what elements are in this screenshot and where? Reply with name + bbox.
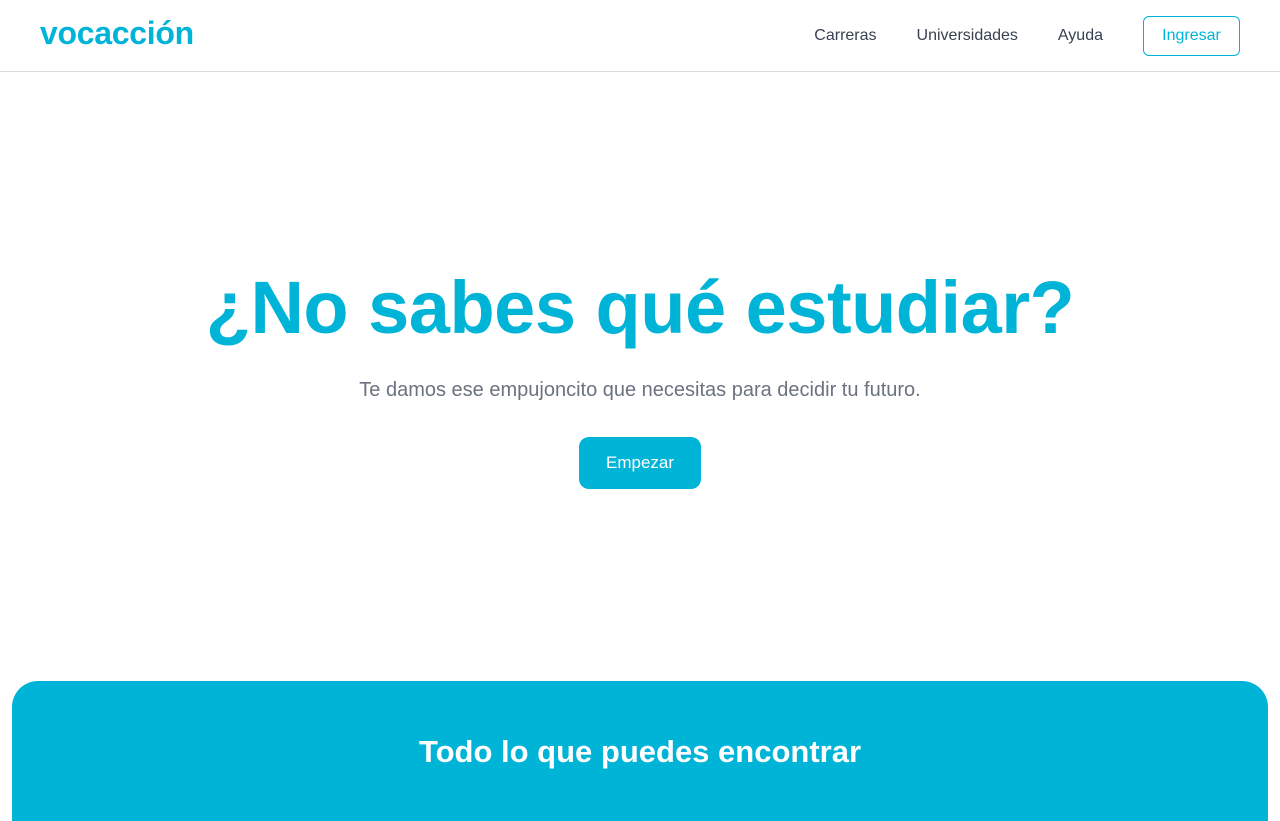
login-button[interactable]: Ingresar xyxy=(1143,16,1240,56)
hero-section: ¿No sabes qué estudiar? Te damos ese emp… xyxy=(0,72,1280,681)
brand-logo[interactable]: vocacción xyxy=(40,15,194,52)
nav-link-ayuda[interactable]: Ayuda xyxy=(1058,27,1103,45)
nav-links: Carreras Universidades Ayuda Ingresar xyxy=(814,16,1240,56)
nav-link-carreras[interactable]: Carreras xyxy=(814,27,876,45)
hero-title: ¿No sabes qué estudiar? xyxy=(205,266,1075,349)
nav-link-universidades[interactable]: Universidades xyxy=(917,27,1018,45)
top-navbar: vocacción Carreras Universidades Ayuda I… xyxy=(0,0,1280,72)
start-button[interactable]: Empezar xyxy=(579,437,701,489)
features-section: Todo lo que puedes encontrar xyxy=(12,681,1268,821)
hero-subtitle: Te damos ese empujoncito que necesitas p… xyxy=(359,379,921,401)
features-title: Todo lo que puedes encontrar xyxy=(418,734,862,769)
